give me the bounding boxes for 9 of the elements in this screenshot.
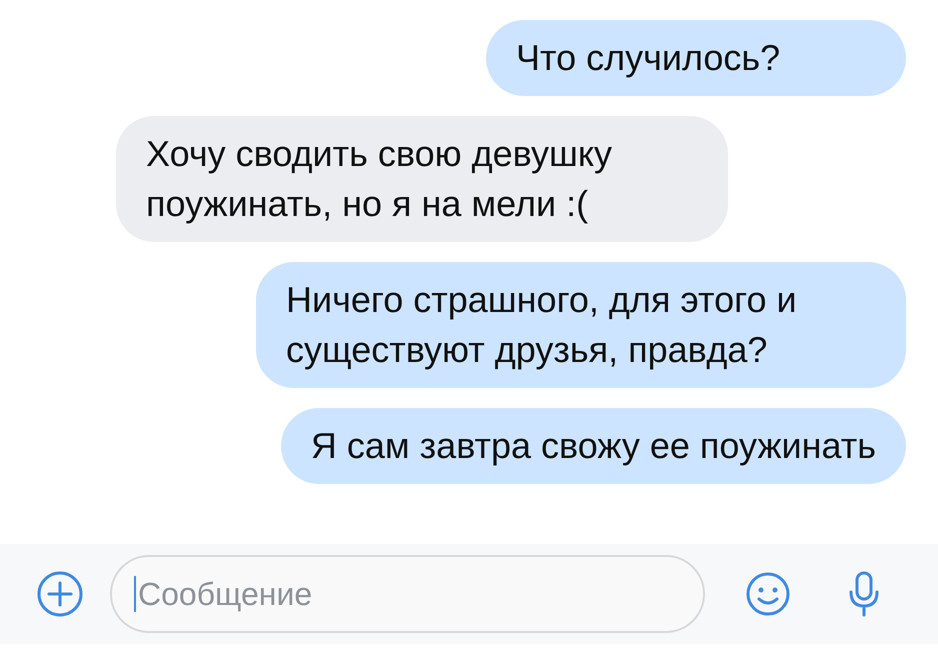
outgoing-message: Я сам завтра свожу ее поужинать <box>280 408 906 484</box>
incoming-message: Хочу сводить свою девушку поужинать, но я на мели :( <box>116 116 728 242</box>
smiley-icon[interactable] <box>745 571 791 617</box>
microphone-icon[interactable] <box>847 570 881 618</box>
add-icon[interactable] <box>36 570 84 618</box>
message-field[interactable]: Сообщение <box>110 555 705 633</box>
outgoing-message: Что случилось? <box>486 20 906 96</box>
text-cursor <box>134 576 136 612</box>
outgoing-message: Ничего страшного, для этого и существуют друзья, правда? <box>256 262 906 388</box>
